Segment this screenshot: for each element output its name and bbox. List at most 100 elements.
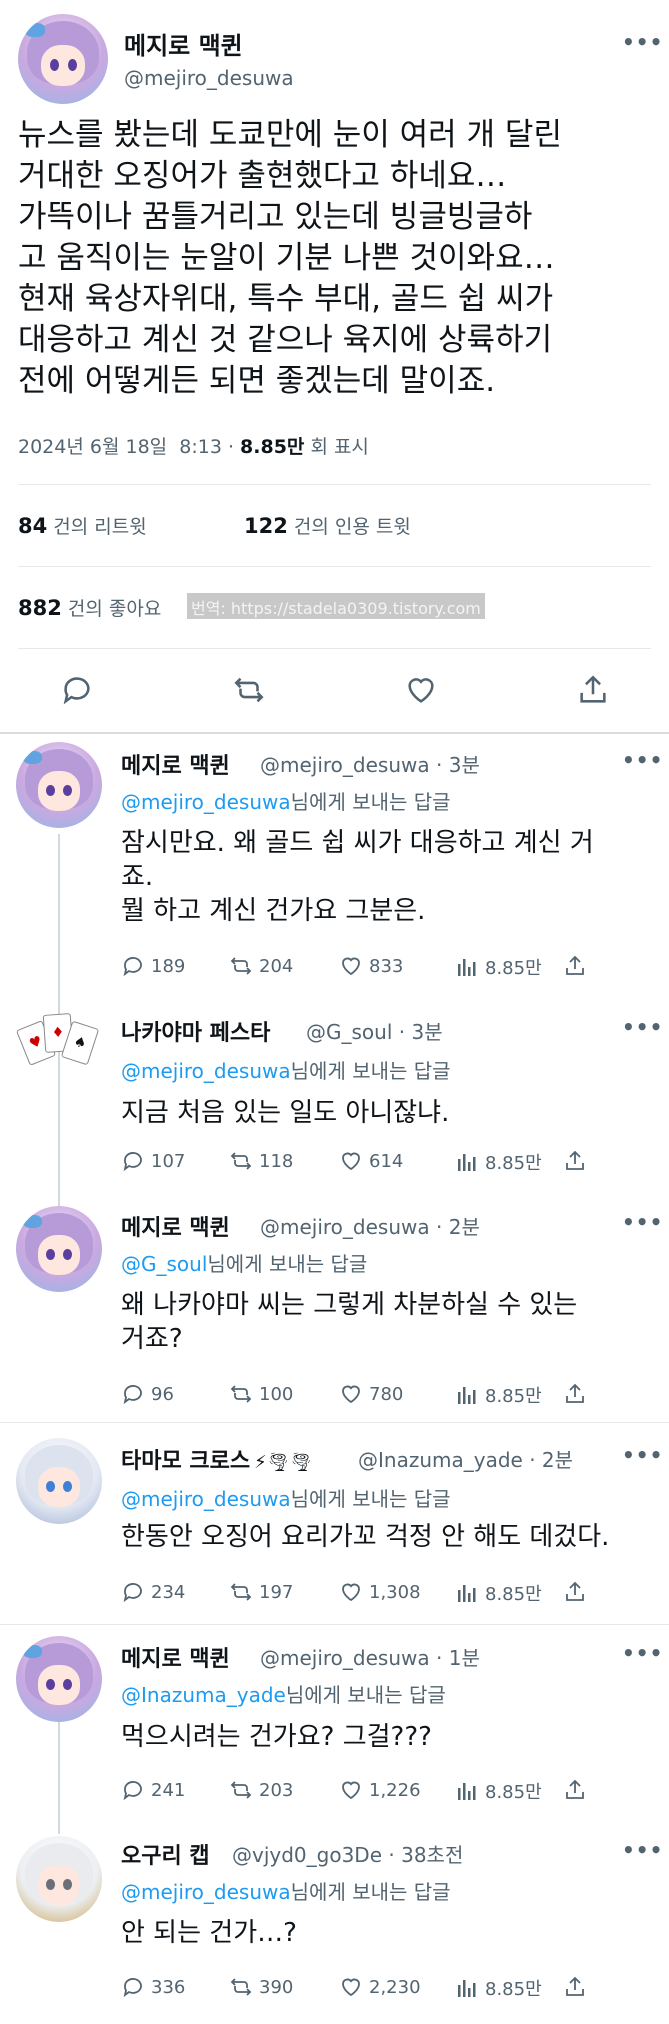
retweet-icon[interactable] — [232, 673, 266, 707]
divider — [18, 566, 651, 567]
mention-link[interactable]: @mejiro_desuwa — [121, 1487, 291, 1511]
like-stat[interactable]: 882 건의 좋아요 — [18, 594, 161, 621]
retweet-count: 100 — [259, 1383, 294, 1405]
more-dots-icon[interactable]: ••• — [622, 748, 663, 772]
views-button[interactable]: 8.85만 — [455, 1580, 542, 1606]
tweet-time[interactable]: 8:13 — [179, 436, 222, 458]
reply-count: 234 — [151, 1581, 186, 1603]
view-count: 8.85만 — [485, 958, 542, 979]
like-button[interactable]: 1,308 — [339, 1580, 421, 1604]
reply-author-name[interactable]: 나카야마 페스타 — [121, 1015, 270, 1047]
share-button[interactable] — [563, 1382, 593, 1406]
like-button[interactable]: 1,226 — [339, 1778, 421, 1802]
like-button[interactable]: 2,230 — [339, 1975, 421, 1999]
reply-author-name[interactable]: 메지로 맥퀸 — [121, 1641, 230, 1673]
reply-avatar[interactable] — [16, 1438, 102, 1524]
views-icon — [458, 1980, 476, 1997]
reply-button[interactable]: 336 — [121, 1975, 185, 1999]
reply-author-name[interactable]: 메지로 맥퀸 — [121, 748, 230, 780]
reply-avatar[interactable] — [16, 1206, 102, 1292]
reply-text: 지금 처음 있는 일도 아니잖냐. — [121, 1096, 656, 1130]
quote-stat[interactable]: 122 건의 인용 트윗 — [244, 512, 411, 539]
author-avatar[interactable] — [18, 14, 108, 104]
reply-avatar[interactable]: ♥ ♦ ♠ — [15, 1010, 102, 1096]
like-button[interactable]: 833 — [339, 954, 403, 978]
more-dots-icon[interactable]: ••• — [622, 30, 663, 54]
reply-avatar[interactable] — [16, 1636, 102, 1722]
reply-icon[interactable] — [60, 673, 94, 707]
retweet-button[interactable]: 100 — [229, 1382, 293, 1406]
share-button[interactable] — [563, 1149, 593, 1173]
reply-button[interactable]: 96 — [121, 1382, 174, 1406]
retweet-button[interactable]: 204 — [229, 954, 293, 978]
reply-avatar[interactable] — [16, 1836, 102, 1922]
reply-author-handle[interactable]: @mejiro_desuwa · 3분 — [260, 749, 480, 778]
retweet-stat-label: 건의 리트윗 — [53, 516, 147, 538]
views-icon — [458, 1387, 476, 1404]
reply-author-handle[interactable]: @mejiro_desuwa · 1분 — [260, 1642, 480, 1671]
like-button[interactable]: 780 — [339, 1382, 403, 1406]
like-icon[interactable] — [404, 673, 438, 707]
share-button[interactable] — [563, 1778, 593, 1802]
retweet-button[interactable]: 390 — [229, 1975, 293, 1999]
quote-stat-label: 건의 인용 트윗 — [293, 516, 411, 538]
mention-link[interactable]: @mejiro_desuwa — [121, 1880, 291, 1904]
reply-avatar[interactable] — [16, 742, 102, 828]
reply-time: 3분 — [448, 753, 480, 777]
reply-button[interactable]: 107 — [121, 1149, 185, 1173]
reply-author-handle[interactable]: @vjyd0_go3De · 38초전 — [232, 1839, 463, 1868]
retweet-button[interactable]: 197 — [229, 1580, 293, 1604]
reply-button[interactable]: 241 — [121, 1778, 185, 1802]
reply-button[interactable]: 234 — [121, 1580, 185, 1604]
more-dots-icon[interactable]: ••• — [622, 1015, 663, 1039]
retweet-button[interactable]: 118 — [229, 1149, 293, 1173]
reply-author-name[interactable]: 오구리 캡 — [121, 1838, 210, 1870]
more-dots-icon[interactable]: ••• — [622, 1838, 663, 1862]
share-icon[interactable] — [576, 673, 610, 707]
author-handle[interactable]: @mejiro_desuwa — [124, 66, 294, 90]
views-button[interactable]: 8.85만 — [455, 1382, 542, 1408]
mention-link[interactable]: @Inazuma_yade — [121, 1683, 286, 1707]
reply-author-handle[interactable]: @G_soul · 3분 — [306, 1016, 443, 1045]
divider — [18, 484, 651, 485]
share-icon — [566, 1581, 584, 1601]
views-button[interactable]: 8.85만 — [455, 1975, 542, 2001]
reply-count: 336 — [151, 1976, 186, 1998]
mention-link[interactable]: @mejiro_desuwa — [121, 1059, 291, 1083]
like-count: 614 — [369, 1150, 404, 1172]
reply-author-handle[interactable]: @mejiro_desuwa · 2분 — [260, 1211, 480, 1240]
replying-suffix: 님에게 보내는 답글 — [285, 1683, 446, 1707]
share-icon — [566, 1779, 584, 1799]
share-button[interactable] — [563, 1580, 593, 1604]
retweet-button[interactable]: 203 — [229, 1778, 293, 1802]
reply-count: 189 — [151, 955, 186, 977]
mention-link[interactable]: @G_soul — [121, 1252, 207, 1276]
share-button[interactable] — [563, 1975, 593, 1999]
reply-button[interactable]: 189 — [121, 954, 185, 978]
views-button[interactable]: 8.85만 — [455, 1778, 542, 1804]
like-icon — [342, 1152, 360, 1171]
reply-author-handle[interactable]: @Inazuma_yade · 2분 — [358, 1444, 573, 1473]
like-button[interactable]: 614 — [339, 1149, 403, 1173]
like-count: 1,308 — [369, 1581, 421, 1603]
views-button[interactable]: 8.85만 — [455, 1149, 542, 1175]
more-dots-icon[interactable]: ••• — [622, 1210, 663, 1234]
replying-to: @mejiro_desuwa님에게 보내는 답글 — [121, 786, 451, 815]
more-dots-icon[interactable]: ••• — [622, 1641, 663, 1665]
mention-link[interactable]: @mejiro_desuwa — [121, 790, 291, 814]
like-count: 780 — [369, 1383, 404, 1405]
view-count: 8.85만 — [485, 1782, 542, 1803]
retweet-stat[interactable]: 84 건의 리트윗 — [18, 512, 147, 539]
tweet-date[interactable]: 2024년 6월 18일 — [18, 436, 167, 458]
author-name[interactable]: 메지로 맥퀸 — [124, 26, 243, 61]
reply-author-name[interactable]: 타마모 크로스 ⚡🌪🌪 — [121, 1443, 312, 1475]
reply-icon — [123, 1583, 142, 1603]
more-dots-icon[interactable]: ••• — [622, 1443, 663, 1467]
quote-count: 122 — [244, 514, 288, 538]
views-button[interactable]: 8.85만 — [455, 954, 542, 980]
share-icon — [566, 1383, 584, 1403]
share-button[interactable] — [563, 954, 593, 978]
tweet-text: 뉴스를 봤는데 도쿄만에 눈이 여러 개 달린 거대한 오징어가 출현했다고 하… — [18, 115, 658, 402]
reply-author-name[interactable]: 메지로 맥퀸 — [121, 1210, 230, 1242]
replying-to: @G_soul님에게 보내는 답글 — [121, 1248, 367, 1277]
